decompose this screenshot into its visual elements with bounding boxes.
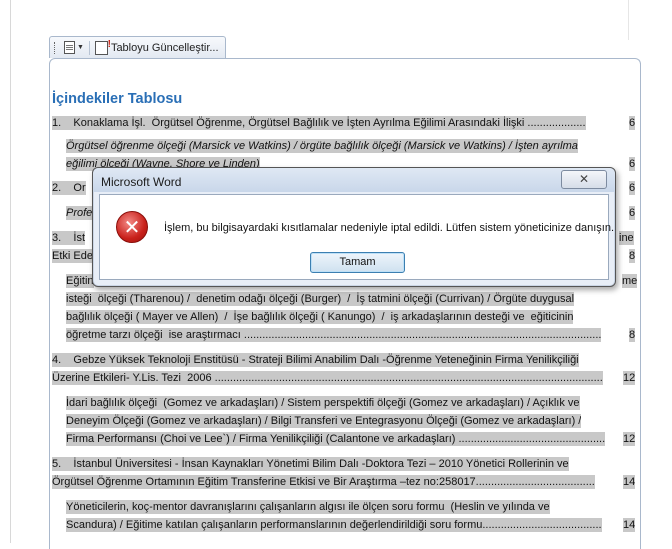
update-table-label: Tabloyu Güncelleştir... <box>110 41 219 54</box>
toc-subentry-5-page: 14 <box>623 518 636 532</box>
toc-subentry-3b[interactable]: isteği ölçeği (Tharenou) / denetim odağı… <box>66 292 575 306</box>
update-table-icon <box>94 39 111 55</box>
toc-subentry-3c[interactable]: bağlılık ölçeği ( Mayer ve Allen) / İşe … <box>66 310 574 324</box>
toolbar-grip[interactable] <box>54 41 58 54</box>
toc-content-control-toolbar: ▼ Tabloyu Güncelleştir... <box>49 36 226 58</box>
toc-entry-5[interactable]: 5. İstanbul Üniversitesi - İnsan Kaynakl… <box>52 457 569 471</box>
toc-entry-5-cont[interactable]: Örgütsel Öğrenme Ortamının Eğitim Transf… <box>52 475 595 489</box>
toc-subentry-2[interactable]: Profe <box>66 206 93 220</box>
dialog-titlebar[interactable]: Microsoft Word ✕ <box>93 168 615 192</box>
toc-subentry-5a[interactable]: Yöneticilerin, koç-mentor davranışlarını… <box>66 500 550 514</box>
toc-subentry-3a-tail: me <box>622 274 638 288</box>
toc-subentry-3a[interactable]: Eğitin <box>66 274 94 288</box>
toolbar-separator <box>88 40 90 55</box>
page-margin-line <box>10 0 11 543</box>
toc-subentry-4-page: 12 <box>623 432 636 446</box>
page-margin-line-right <box>628 0 629 40</box>
dialog-message: İşlem, bu bilgisayardaki kısıtlamalar ne… <box>164 222 615 234</box>
toc-entry-3-cont[interactable]: Etki Ede <box>52 249 93 263</box>
toc-subentry-4c[interactable]: Firma Performansı (Choi ve Lee`) / Firma… <box>66 432 606 446</box>
toc-subentry-2-page: 6 <box>629 206 636 220</box>
document-icon <box>64 41 75 54</box>
toc-entry-2-page: 6 <box>629 181 636 195</box>
close-button[interactable]: ✕ <box>561 170 607 189</box>
toc-subentry-3d[interactable]: öğretme tarzı ölçeği ise araştırmacı ...… <box>66 328 602 342</box>
toc-subentry-1a[interactable]: Örgütsel öğrenme ölçeği (Marsick ve Watk… <box>66 139 578 153</box>
error-icon: ✕ <box>116 211 148 243</box>
toc-subentry-1-page: 6 <box>629 157 636 171</box>
toc-entry-3-page: 8 <box>629 249 636 263</box>
toc-subentry-4a[interactable]: İdari bağlılık ölçeği (Gomez ve arkadaşl… <box>66 396 580 410</box>
toc-subentry-5b[interactable]: Scandura) / Eğitime katılan çalışanların… <box>66 518 602 532</box>
toc-entry-4[interactable]: 4. Gebze Yüksek Teknoloji Enstitüsü - St… <box>52 353 579 367</box>
toc-title: İçindekiler Tablosu <box>52 91 183 107</box>
message-dialog: Microsoft Word ✕ ✕ İşlem, bu bilgisayard… <box>92 167 616 287</box>
toc-entry-2[interactable]: 2. Or <box>52 181 86 195</box>
toc-entry-3[interactable]: 3. İst <box>52 231 86 245</box>
update-table-button[interactable]: Tabloyu Güncelleştir... <box>93 39 221 55</box>
error-x-glyph: ✕ <box>123 215 141 239</box>
ok-button[interactable]: Tamam <box>310 252 405 273</box>
dialog-title: Microsoft Word <box>101 175 182 189</box>
toc-entry-1[interactable]: 1. Konaklama İşl. Örgütsel Öğrenme, Örgü… <box>52 116 586 130</box>
toc-entry-4-cont[interactable]: Üzerine Etkileri- Y.Lis. Tezi 2006 .....… <box>52 371 603 385</box>
chevron-down-icon: ▼ <box>77 44 84 51</box>
toc-subentry-4b[interactable]: Deneyim Ölçeği (Gomez ve arkadaşları) / … <box>66 414 582 428</box>
toc-menu-button[interactable]: ▼ <box>62 41 86 54</box>
toc-subentry-3-page: 8 <box>629 328 636 342</box>
dialog-body: ✕ İşlem, bu bilgisayardaki kısıtlamalar … <box>99 194 614 280</box>
toc-entry-5-page: 14 <box>623 475 636 489</box>
toc-entry-4-page: 12 <box>623 371 636 385</box>
toc-entry-3-tail: ine <box>619 231 634 245</box>
toc-entry-1-page: 6 <box>629 116 636 130</box>
